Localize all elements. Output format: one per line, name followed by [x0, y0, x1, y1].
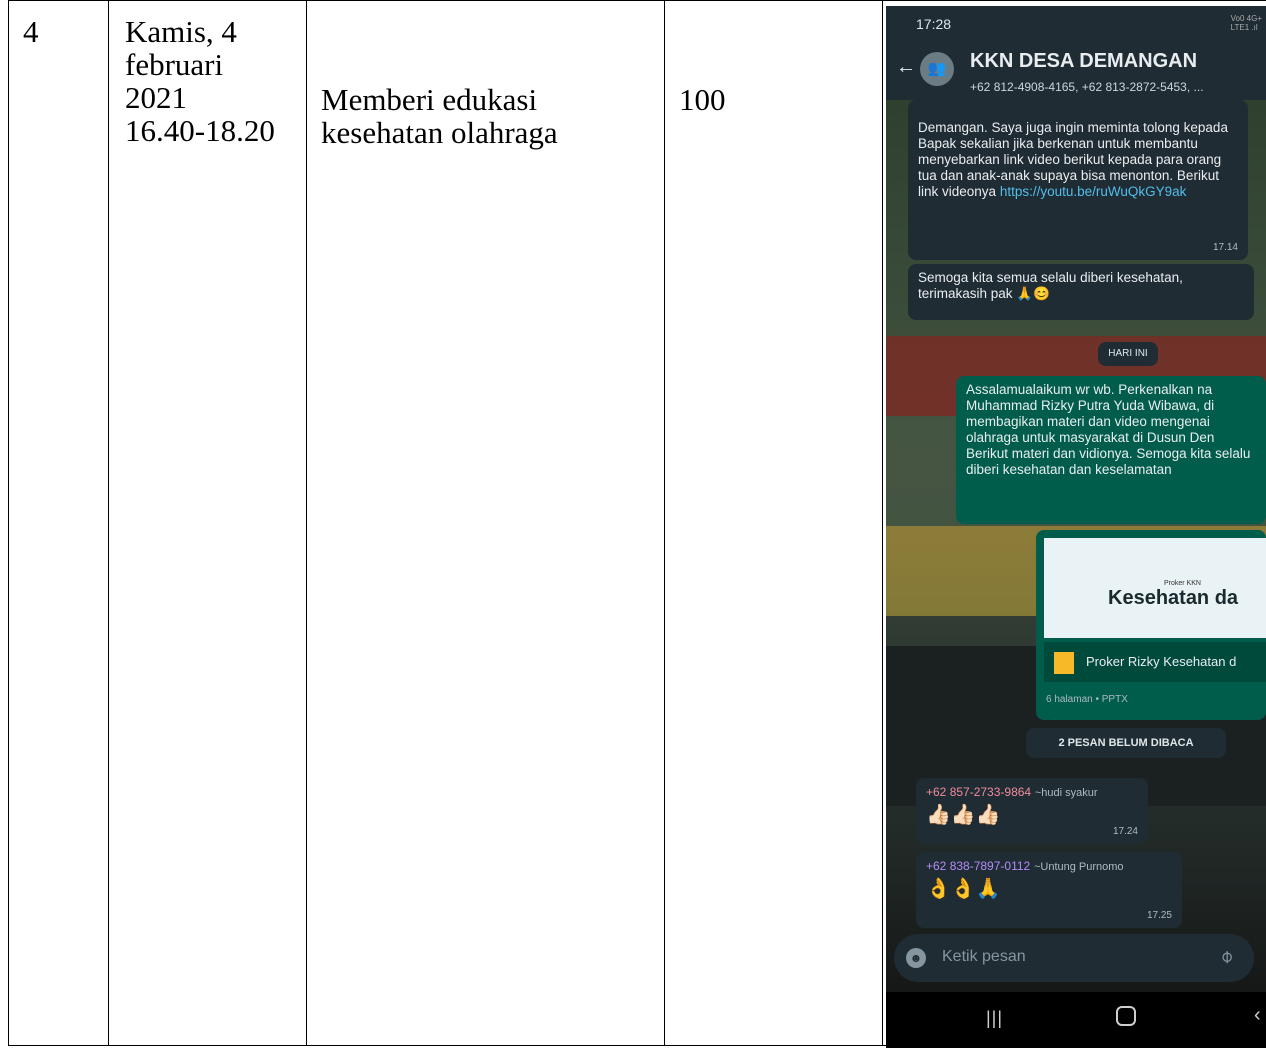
message-text: Assalamualaikum wr wb. Perkenalkan na Mu… — [966, 382, 1251, 477]
youtube-link[interactable]: https://youtu.be/ruWuQkGY9ak — [1000, 184, 1187, 199]
home-icon[interactable] — [1116, 1006, 1136, 1026]
sender-number[interactable]: +62 838-7897-0112 — [926, 859, 1030, 873]
document-message[interactable]: Proker KKN Kesehatan da Proker Rizky Kes… — [1036, 530, 1266, 720]
sender-name: ~hudi syakur — [1034, 787, 1098, 799]
back-icon[interactable]: ‹ — [1254, 1004, 1261, 1027]
back-arrow-icon[interactable]: ← — [896, 56, 916, 79]
message-time: 17.14 — [1212, 242, 1238, 253]
date-time-text: Kamis, 4 februari 2021 16.40-18.20 — [125, 14, 275, 148]
date-divider: HARI INI — [1098, 342, 1158, 366]
message-bubble-outgoing[interactable]: Assalamualaikum wr wb. Perkenalkan na Mu… — [956, 376, 1266, 524]
participant-count: 100 — [679, 82, 726, 117]
message-input[interactable]: Ketik pesan — [942, 948, 1026, 966]
chat-header: ← 👥 KKN DESA DEMANGAN +62 812-4908-4165,… — [886, 40, 1266, 100]
ok-hand-emoji: 👌👌🙏 — [926, 878, 1001, 900]
message-bubble[interactable]: +62 857-2733-9864 ~hudi syakur 👍🏻👍🏻👍🏻 17… — [916, 778, 1148, 844]
network-icon: Vo0 4G+ LTE1 .ıl — [1230, 14, 1262, 32]
message-bubble[interactable]: Demangan. Saya juga ingin meminta tolong… — [908, 100, 1248, 260]
group-members: +62 812-4908-4165, +62 813-2872-5453, ..… — [970, 80, 1204, 94]
cell-date: Kamis, 4 februari 2021 16.40-18.20 — [108, 0, 308, 1046]
message-time: 17.25 — [1146, 910, 1172, 921]
group-avatar-icon[interactable]: 👥 — [920, 52, 954, 86]
message-bubble[interactable]: +62 838-7897-0112 ~Untung Purnomo 👌👌🙏 17… — [916, 852, 1182, 928]
whatsapp-screenshot: 17:28 Vo0 4G+ LTE1 .ıl ← 👥 KKN DESA DEMA… — [886, 6, 1266, 1048]
cell-count: 100 — [664, 0, 884, 1046]
message-bubble[interactable]: Semoga kita semua selalu diberi kesehata… — [908, 264, 1254, 320]
slide-title: Kesehatan da — [1108, 587, 1239, 609]
activity-text: Memberi edukasi kesehatan olahraga — [321, 82, 558, 150]
status-time: 17:28 — [916, 16, 952, 32]
android-nav-bar: ||| ‹ — [886, 992, 1266, 1048]
paperclip-icon[interactable]: ⌀ — [1215, 945, 1238, 968]
sender-name: ~Untung Purnomo — [1033, 861, 1124, 873]
thumbs-up-emoji: 👍🏻👍🏻👍🏻 — [926, 804, 1001, 826]
slides-file-icon — [1054, 652, 1074, 674]
file-name: Proker Rizky Kesehatan d — [1086, 654, 1237, 669]
status-bar: 17:28 Vo0 4G+ LTE1 .ıl — [886, 6, 1266, 40]
file-row[interactable]: Proker Rizky Kesehatan d — [1044, 642, 1266, 682]
unread-divider: 2 PESAN BELUM DIBACA — [1026, 728, 1226, 758]
message-text: Semoga kita semua selalu diberi kesehata… — [918, 270, 1183, 301]
file-meta: 6 halaman • PPTX — [1046, 694, 1128, 705]
recent-apps-icon[interactable]: ||| — [986, 1008, 1003, 1029]
emoji-icon[interactable]: ☻ — [906, 948, 926, 968]
row-number: 4 — [23, 14, 39, 49]
message-time: 17.24 — [1112, 826, 1138, 837]
sender-number[interactable]: +62 857-2733-9864 — [926, 785, 1031, 799]
slide-preview[interactable]: Proker KKN Kesehatan da — [1044, 538, 1266, 638]
cell-number: 4 — [8, 0, 110, 1046]
group-name[interactable]: KKN DESA DEMANGAN — [970, 50, 1197, 73]
message-input-bar[interactable]: ☻ Ketik pesan ⌀ — [894, 934, 1254, 982]
cell-activity: Memberi edukasi kesehatan olahraga — [306, 0, 666, 1046]
